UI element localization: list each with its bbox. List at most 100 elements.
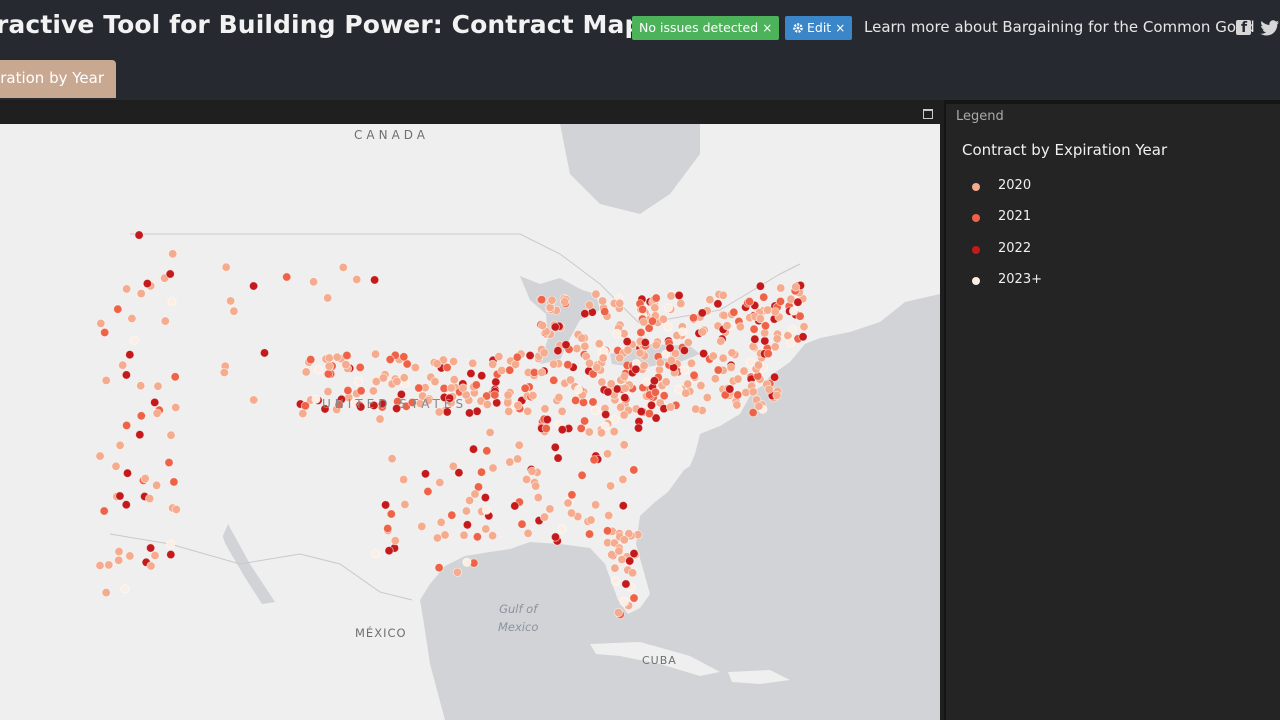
- contract-point[interactable]: [454, 468, 464, 478]
- contract-point[interactable]: [145, 493, 155, 504]
- contract-point[interactable]: [517, 519, 527, 529]
- contract-point[interactable]: [164, 457, 174, 468]
- contract-point[interactable]: [420, 469, 431, 479]
- contract-point[interactable]: [604, 510, 614, 521]
- contract-point[interactable]: [355, 362, 365, 372]
- contract-point[interactable]: [520, 383, 530, 393]
- contract-point[interactable]: [590, 500, 601, 510]
- contract-point[interactable]: [466, 368, 476, 379]
- contract-point[interactable]: [442, 362, 452, 373]
- contract-point[interactable]: [167, 297, 177, 307]
- contract-point[interactable]: [650, 303, 660, 313]
- contract-point[interactable]: [748, 387, 758, 397]
- facebook-icon[interactable]: f: [1236, 20, 1251, 35]
- contract-point[interactable]: [753, 360, 764, 370]
- contract-point[interactable]: [636, 327, 646, 338]
- contract-point[interactable]: [505, 457, 515, 467]
- contract-point[interactable]: [160, 316, 170, 326]
- contract-point[interactable]: [436, 517, 446, 527]
- contract-point[interactable]: [619, 596, 629, 607]
- contract-point[interactable]: [647, 316, 658, 326]
- contract-point[interactable]: [528, 390, 538, 401]
- contract-point[interactable]: [114, 555, 124, 565]
- contract-point[interactable]: [614, 546, 624, 556]
- contract-point[interactable]: [716, 336, 726, 346]
- contract-point[interactable]: [384, 546, 394, 556]
- map-view[interactable]: CANADA UNITED STATES MÉXICO Gulf of Mexi…: [0, 124, 940, 720]
- contract-point[interactable]: [631, 364, 641, 374]
- contract-point[interactable]: [166, 549, 176, 560]
- contract-point[interactable]: [249, 281, 259, 291]
- contract-point[interactable]: [573, 384, 584, 395]
- contract-point[interactable]: [591, 289, 601, 299]
- contract-point[interactable]: [749, 324, 759, 334]
- contract-point[interactable]: [710, 374, 720, 384]
- contract-point[interactable]: [471, 380, 481, 390]
- contract-point[interactable]: [400, 499, 410, 510]
- contract-point[interactable]: [637, 304, 648, 314]
- contract-point[interactable]: [629, 548, 639, 559]
- contract-point[interactable]: [521, 474, 532, 484]
- contract-point[interactable]: [113, 304, 123, 314]
- contract-point[interactable]: [681, 388, 691, 398]
- contract-point[interactable]: [430, 377, 440, 387]
- contract-point[interactable]: [580, 309, 590, 319]
- contract-point[interactable]: [755, 314, 766, 324]
- contract-point[interactable]: [356, 386, 366, 396]
- contract-point[interactable]: [368, 386, 378, 396]
- contract-point[interactable]: [96, 318, 106, 328]
- contract-point[interactable]: [697, 308, 707, 318]
- contract-point[interactable]: [601, 409, 611, 420]
- contract-point[interactable]: [122, 284, 132, 294]
- contract-point[interactable]: [644, 408, 655, 419]
- contract-point[interactable]: [718, 353, 728, 363]
- contract-point[interactable]: [120, 584, 130, 594]
- contract-point[interactable]: [735, 322, 746, 332]
- contract-point[interactable]: [171, 402, 181, 413]
- contract-point[interactable]: [619, 440, 629, 450]
- contract-point[interactable]: [324, 361, 334, 371]
- contract-point[interactable]: [111, 461, 121, 471]
- contract-point[interactable]: [370, 349, 381, 359]
- contract-point[interactable]: [640, 337, 650, 348]
- contract-point[interactable]: [697, 327, 708, 337]
- contract-point[interactable]: [629, 465, 639, 475]
- contract-point[interactable]: [625, 556, 635, 566]
- contract-point[interactable]: [353, 376, 363, 386]
- contract-point[interactable]: [619, 535, 629, 545]
- contract-point[interactable]: [602, 449, 613, 459]
- contract-point[interactable]: [623, 345, 633, 355]
- contract-point[interactable]: [459, 530, 469, 540]
- contract-point[interactable]: [557, 425, 567, 435]
- contract-point[interactable]: [311, 394, 321, 404]
- contract-point[interactable]: [99, 506, 109, 516]
- contract-point[interactable]: [655, 358, 665, 368]
- contract-point[interactable]: [763, 305, 773, 315]
- contract-point[interactable]: [635, 348, 645, 358]
- contract-point[interactable]: [150, 550, 160, 561]
- contract-point[interactable]: [169, 477, 179, 487]
- contract-point[interactable]: [448, 356, 459, 367]
- contract-point[interactable]: [146, 543, 156, 553]
- contract-point[interactable]: [472, 532, 482, 542]
- contract-point[interactable]: [165, 269, 175, 279]
- contract-point[interactable]: [619, 410, 629, 420]
- contract-point[interactable]: [579, 416, 590, 426]
- contract-point[interactable]: [308, 277, 319, 287]
- contract-point[interactable]: [788, 306, 799, 316]
- contract-point[interactable]: [150, 397, 160, 407]
- contract-point[interactable]: [733, 374, 743, 384]
- contract-point[interactable]: [679, 365, 690, 376]
- contract-point[interactable]: [100, 327, 110, 338]
- contract-point[interactable]: [745, 357, 755, 367]
- contract-point[interactable]: [683, 337, 693, 348]
- contract-point[interactable]: [461, 506, 471, 516]
- contract-point[interactable]: [462, 557, 472, 567]
- contract-point[interactable]: [378, 373, 388, 383]
- contract-point[interactable]: [525, 350, 535, 361]
- contract-point[interactable]: [770, 342, 780, 352]
- contract-point[interactable]: [696, 380, 706, 391]
- contract-point[interactable]: [435, 477, 445, 488]
- contract-point[interactable]: [584, 529, 595, 539]
- contract-point[interactable]: [618, 474, 628, 484]
